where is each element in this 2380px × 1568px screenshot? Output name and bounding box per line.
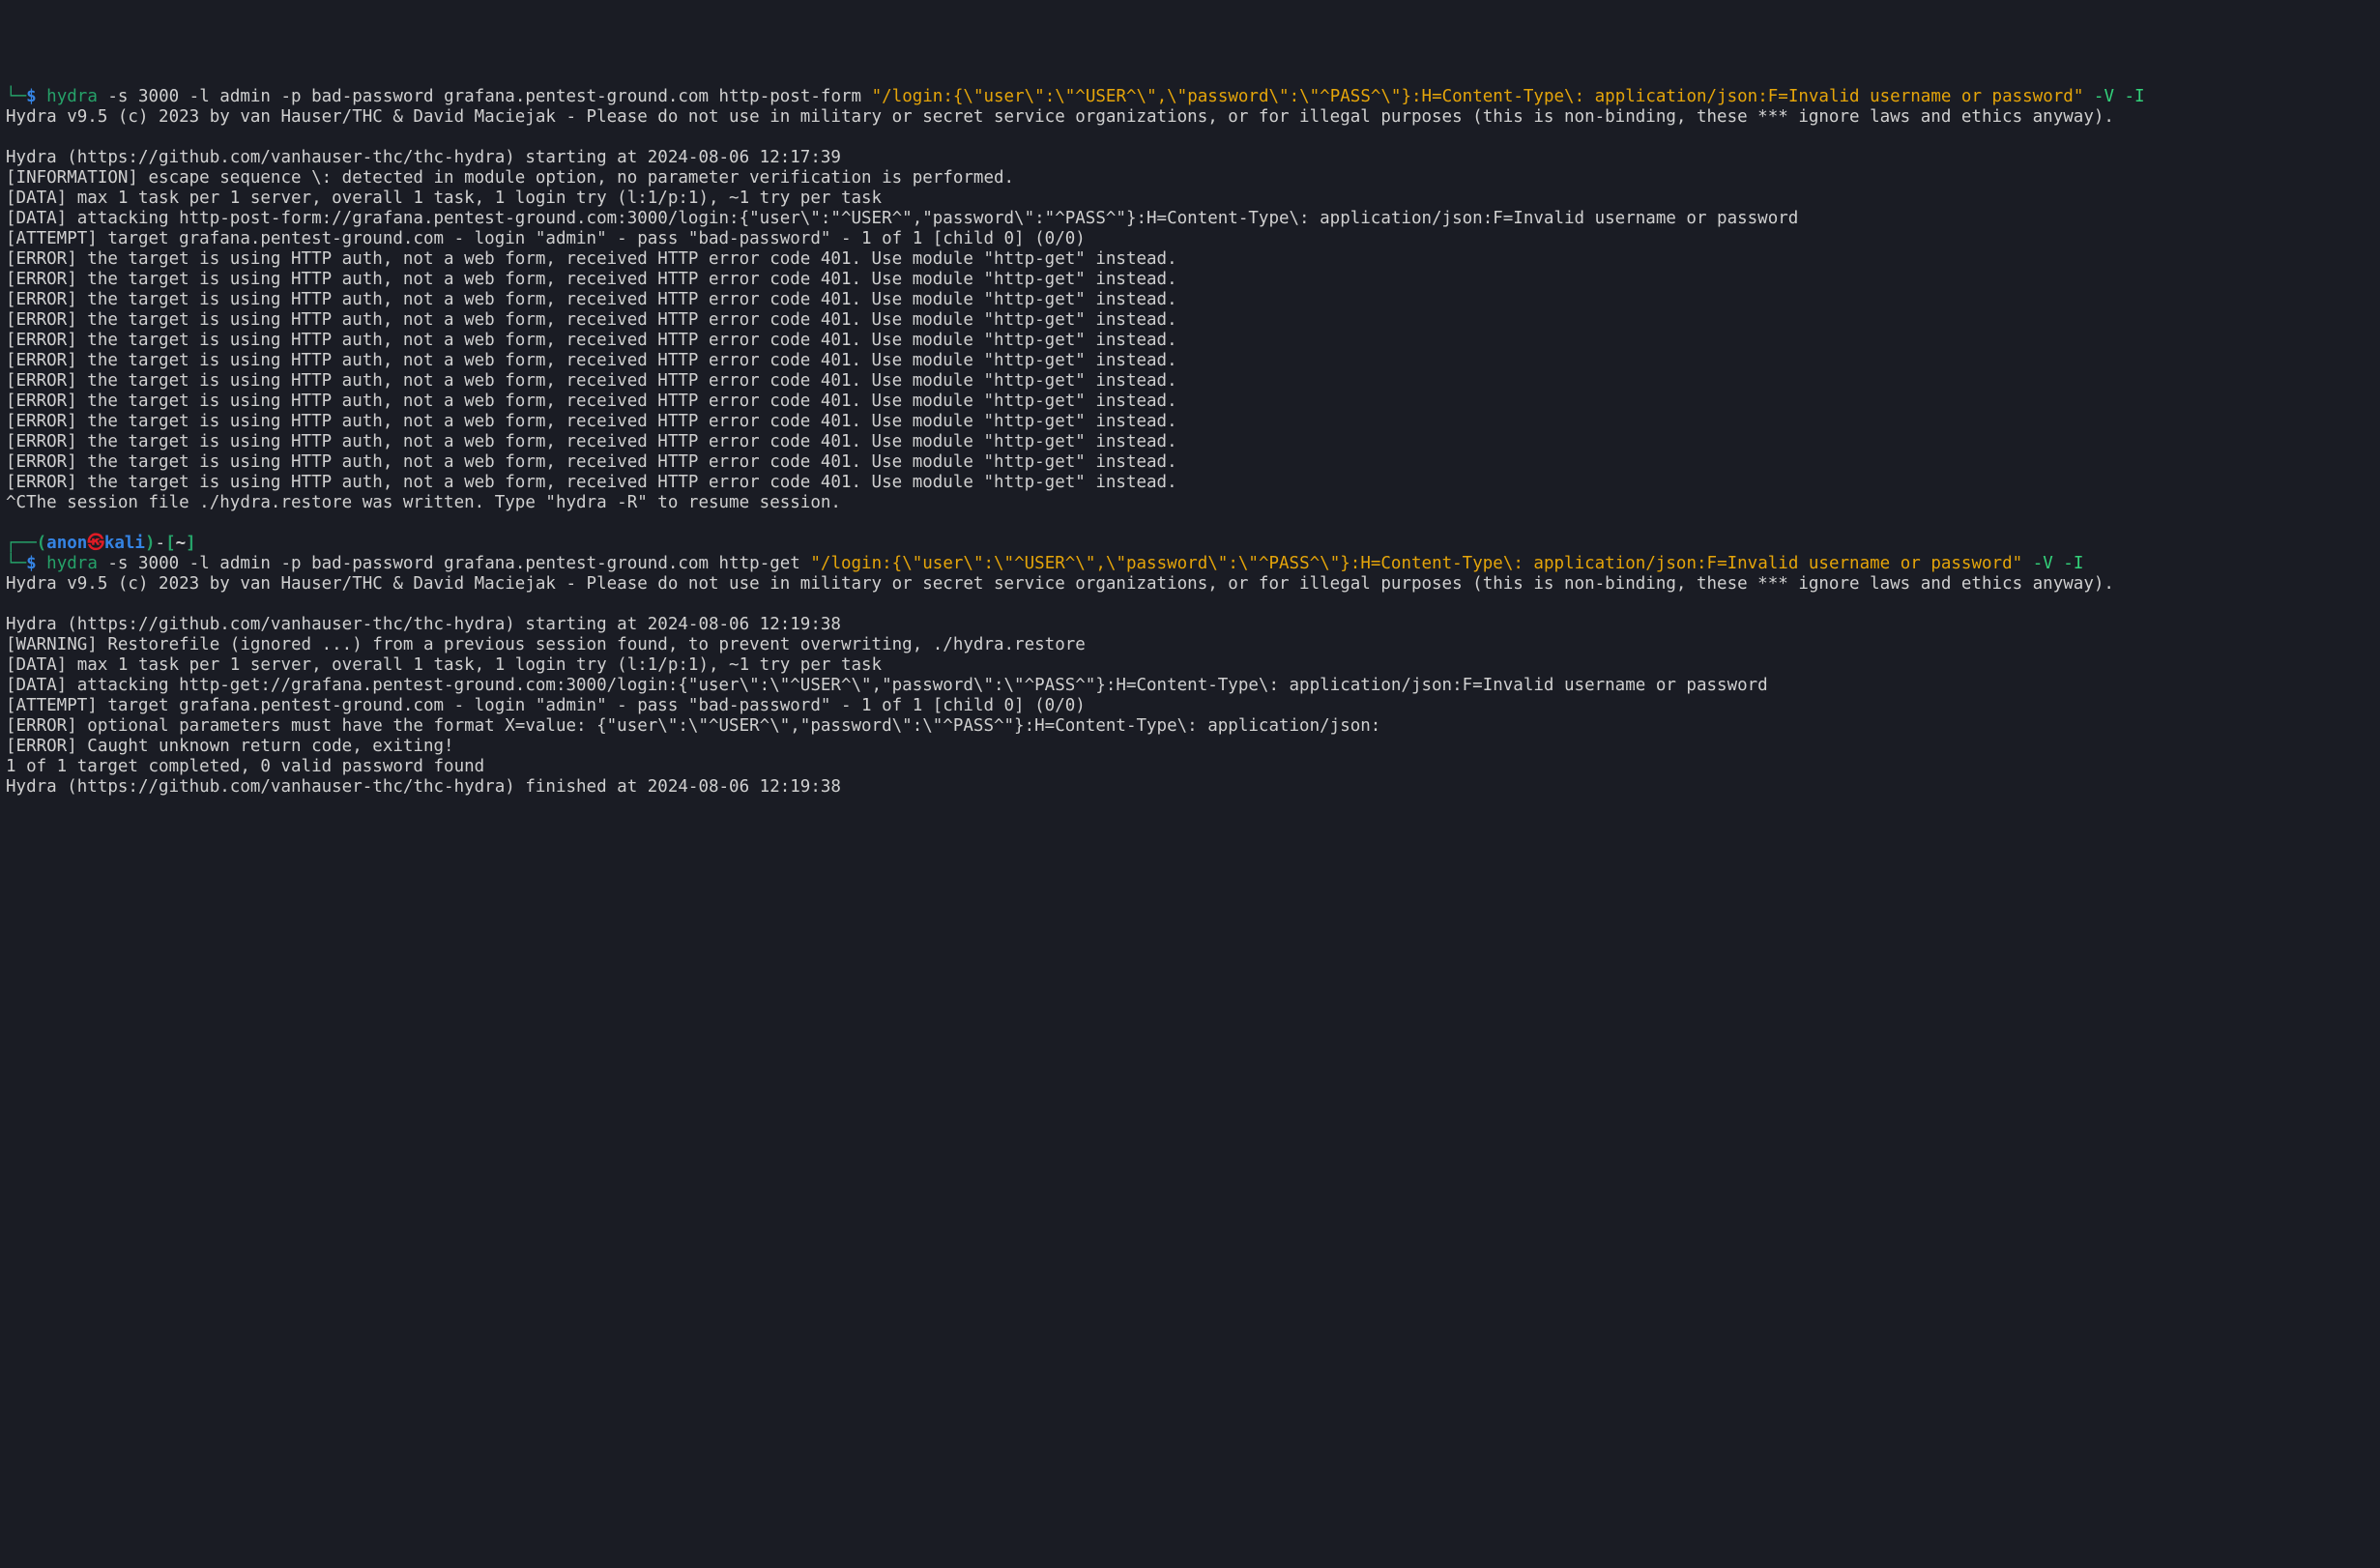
prompt-bracket-open: [ bbox=[165, 534, 176, 553]
hydra-error-line: [ERROR] the target is using HTTP auth, n… bbox=[6, 310, 1177, 330]
hydra-restore-line: ^CThe session file ./hydra.restore was w… bbox=[6, 493, 841, 512]
hydra-error-line: [ERROR] the target is using HTTP auth, n… bbox=[6, 452, 1177, 472]
hydra-starting: Hydra (https://github.com/vanhauser-thc/… bbox=[6, 615, 841, 634]
prompt-paren-close: ) bbox=[145, 534, 156, 553]
hydra-error-line: [ERROR] the target is using HTTP auth, n… bbox=[6, 249, 1177, 269]
hydra-data-line: [DATA] attacking http-post-form://grafan… bbox=[6, 209, 1798, 228]
hydra-error-line: [ERROR] optional parameters must have th… bbox=[6, 716, 1380, 736]
hydra-data-line: [DATA] attacking http-get://grafana.pent… bbox=[6, 676, 1768, 695]
hydra-error-line: [ERROR] the target is using HTTP auth, n… bbox=[6, 432, 1177, 451]
prompt-corner-icon: └─ bbox=[6, 554, 26, 573]
cmd-payload: "/login:{\"user\":\"^USER^\",\"password\… bbox=[810, 554, 2022, 573]
hydra-info-line: [INFORMATION] escape sequence \: detecte… bbox=[6, 168, 1014, 188]
prompt-user: anon bbox=[46, 534, 87, 553]
prompt-paren-open: ( bbox=[37, 534, 47, 553]
hydra-attempt-line: [ATTEMPT] target grafana.pentest-ground.… bbox=[6, 229, 1086, 248]
hydra-warning-line: [WARNING] Restorefile (ignored ...) from… bbox=[6, 635, 1086, 654]
cmd-flags: -V -I bbox=[2083, 87, 2144, 106]
hydra-data-line: [DATA] max 1 task per 1 server, overall … bbox=[6, 655, 882, 675]
hydra-attempt-line: [ATTEMPT] target grafana.pentest-ground.… bbox=[6, 696, 1086, 715]
prompt-host: kali bbox=[104, 534, 145, 553]
hydra-result-line: 1 of 1 target completed, 0 valid passwor… bbox=[6, 757, 484, 776]
cmd-args: -s 3000 -l admin -p bad-password grafana… bbox=[98, 87, 872, 106]
hydra-error-line: [ERROR] the target is using HTTP auth, n… bbox=[6, 412, 1177, 431]
cmd-payload: "/login:{\"user\":\"^USER^\",\"password\… bbox=[872, 87, 2084, 106]
cmd-flags: -V -I bbox=[2022, 554, 2083, 573]
hydra-error-line: [ERROR] the target is using HTTP auth, n… bbox=[6, 392, 1177, 411]
prompt-dollar-icon: $ bbox=[26, 87, 37, 106]
cmd-name: hydra bbox=[46, 554, 98, 573]
prompt-dollar-icon: $ bbox=[26, 554, 37, 573]
terminal-output[interactable]: └─$ hydra -s 3000 -l admin -p bad-passwo… bbox=[6, 87, 2374, 798]
cmd-args: -s 3000 -l admin -p bad-password grafana… bbox=[98, 554, 811, 573]
hydra-starting: Hydra (https://github.com/vanhauser-thc/… bbox=[6, 148, 841, 167]
hydra-error-line: [ERROR] the target is using HTTP auth, n… bbox=[6, 290, 1177, 309]
prompt-dash: - bbox=[156, 534, 166, 553]
cmd-name: hydra bbox=[46, 87, 98, 106]
hydra-error-line: [ERROR] the target is using HTTP auth, n… bbox=[6, 473, 1177, 492]
prompt-corner-top-icon: ┌── bbox=[6, 534, 37, 553]
hydra-finished-line: Hydra (https://github.com/vanhauser-thc/… bbox=[6, 777, 841, 797]
hydra-banner: Hydra v9.5 (c) 2023 by van Hauser/THC & … bbox=[6, 107, 2114, 127]
hydra-data-line: [DATA] max 1 task per 1 server, overall … bbox=[6, 189, 882, 208]
hydra-error-line: [ERROR] the target is using HTTP auth, n… bbox=[6, 331, 1177, 350]
prompt-header-line: ┌──(anon㉿kali)-[~] bbox=[6, 534, 196, 553]
hydra-error-line: [ERROR] the target is using HTTP auth, n… bbox=[6, 270, 1177, 289]
prompt-line-1: └─$ hydra -s 3000 -l admin -p bad-passwo… bbox=[6, 87, 2145, 106]
prompt-corner-icon: └─ bbox=[6, 87, 26, 106]
hydra-error-line: [ERROR] the target is using HTTP auth, n… bbox=[6, 351, 1177, 370]
prompt-bracket-close: ] bbox=[186, 534, 196, 553]
hydra-error-line: [ERROR] Caught unknown return code, exit… bbox=[6, 737, 454, 756]
hydra-banner: Hydra v9.5 (c) 2023 by van Hauser/THC & … bbox=[6, 574, 2114, 594]
hydra-error-line: [ERROR] the target is using HTTP auth, n… bbox=[6, 371, 1177, 391]
prompt-skull-icon: ㉿ bbox=[87, 534, 104, 553]
prompt-cwd: ~ bbox=[176, 534, 187, 553]
prompt-line-2: └─$ hydra -s 3000 -l admin -p bad-passwo… bbox=[6, 554, 2083, 573]
